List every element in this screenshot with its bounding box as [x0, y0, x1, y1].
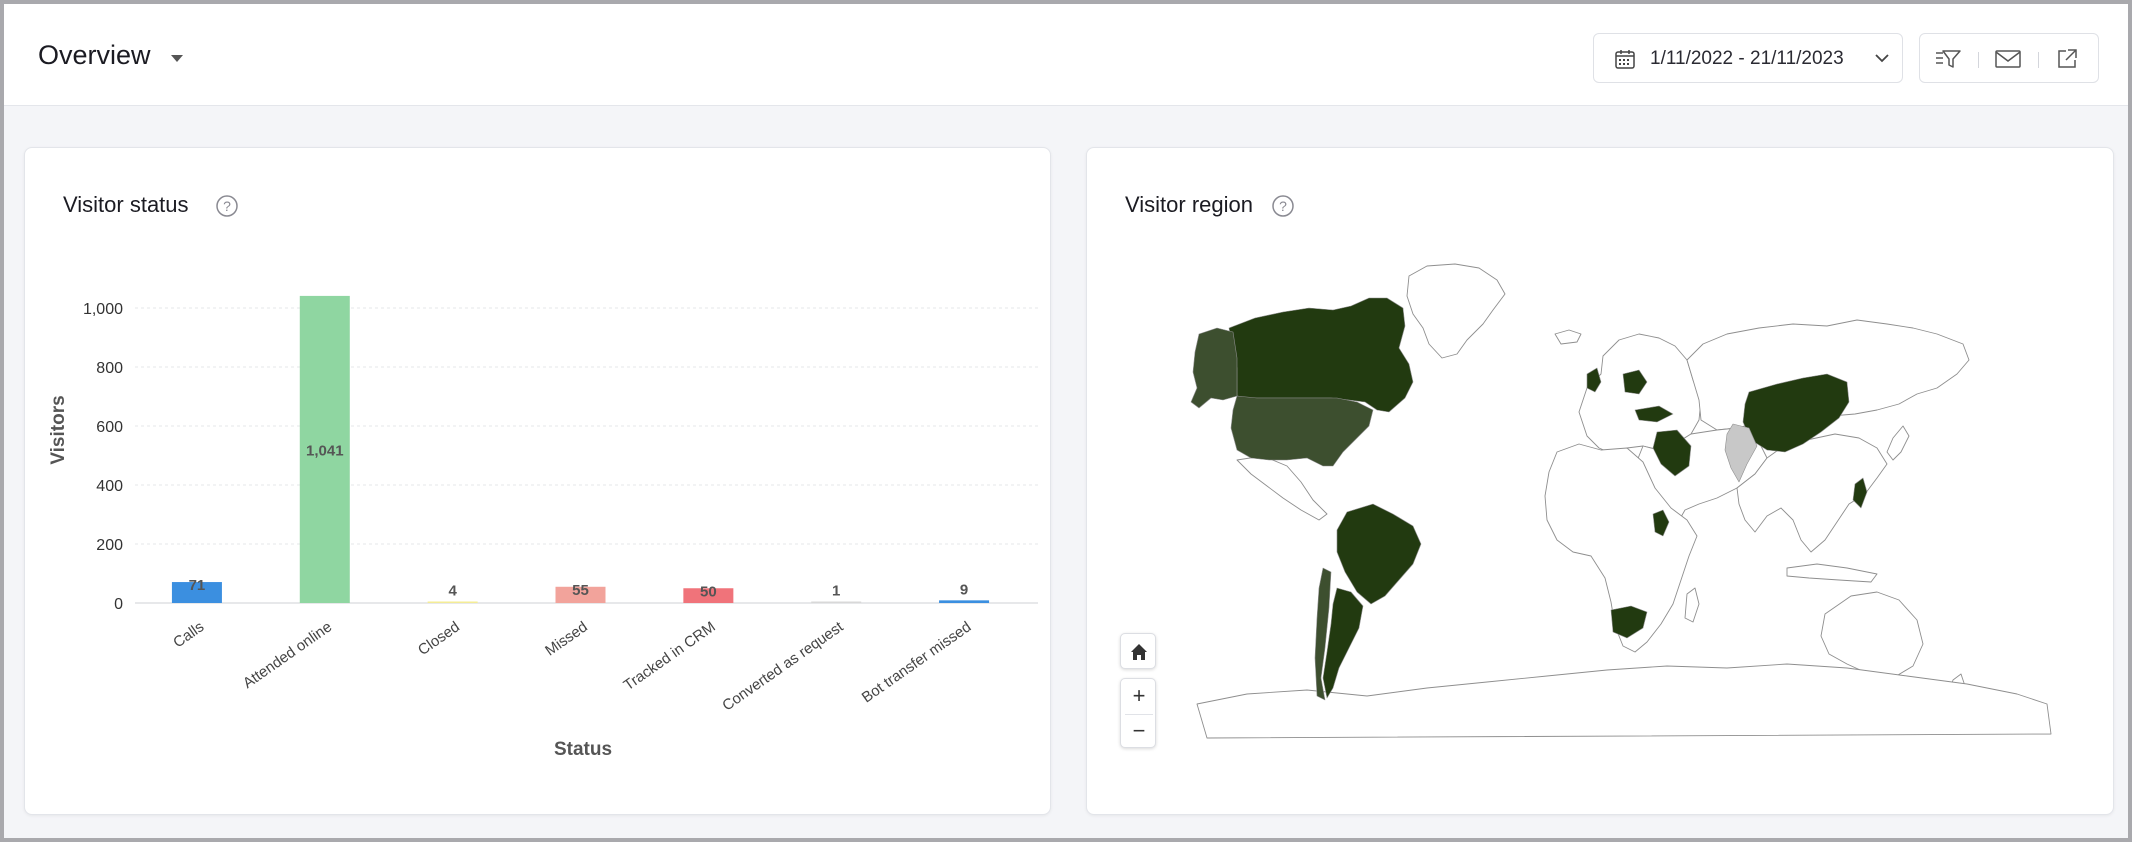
map-region-alaska: [1190, 327, 1238, 409]
data-label: 1: [832, 583, 840, 600]
page-title[interactable]: Overview: [38, 40, 151, 71]
x-tick-label: Converted as request: [719, 618, 847, 715]
action-toolbar: [1919, 33, 2099, 83]
map-region-canada: [1228, 297, 1414, 413]
x-tick-label: Calls: [170, 618, 207, 651]
data-label: 1,041: [306, 442, 344, 459]
x-tick-label: Bot transfer missed: [859, 618, 975, 706]
data-label: 50: [700, 583, 717, 600]
chevron-down-icon: [1875, 54, 1889, 63]
bar[interactable]: [427, 601, 478, 604]
map-region-central-america: [1236, 455, 1328, 521]
map-region-indonesia: [1786, 563, 1878, 583]
minus-icon[interactable]: −: [1121, 714, 1157, 748]
x-tick-label: Tracked in CRM: [621, 618, 719, 694]
map-region-usa: [1230, 395, 1374, 467]
data-label: 4: [448, 583, 457, 600]
data-label: 55: [572, 582, 589, 599]
date-range-value: 1/11/2022 - 21/11/2023: [1650, 48, 1844, 69]
mail-icon[interactable]: [1994, 46, 2022, 72]
map-region-brazil: [1336, 503, 1422, 605]
map-zoom-controls: + −: [1120, 678, 1156, 748]
toolbar-separator: [1978, 52, 1979, 68]
app-frame: Overview 1/11/2022 - 21/11/2023 Visitor …: [4, 4, 2128, 838]
map-region-greenland: [1406, 263, 1506, 359]
map-region-japan: [1886, 425, 1910, 461]
map-home-button[interactable]: [1120, 633, 1156, 669]
map-region-madagascar: [1684, 587, 1700, 623]
y-tick-label: 600: [96, 419, 123, 436]
y-tick-label: 0: [114, 596, 123, 613]
visitor-status-card: Visitor status ? 0 200 400 600 800 1,000 71 Cal…: [24, 147, 1051, 815]
bar[interactable]: [939, 600, 990, 603]
y-axis-label: Visitors: [48, 395, 69, 464]
map-region-europe: [1578, 333, 1702, 455]
world-map[interactable]: [1087, 148, 2115, 816]
external-link-icon[interactable]: [2054, 46, 2082, 72]
map-region-australia: [1820, 591, 1924, 679]
y-tick-label: 200: [96, 537, 123, 554]
caret-down-icon[interactable]: [170, 54, 184, 63]
toolbar-separator: [2038, 52, 2039, 68]
x-tick-label: Closed: [415, 618, 463, 659]
top-bar: Overview 1/11/2022 - 21/11/2023: [4, 4, 2128, 106]
y-tick-label: 400: [96, 478, 123, 495]
date-range-picker[interactable]: 1/11/2022 - 21/11/2023: [1593, 33, 1903, 83]
y-tick-label: 1,000: [83, 301, 123, 318]
visitor-region-card: Visitor region ? + −: [1086, 147, 2114, 815]
x-tick-label: Attended online: [240, 618, 335, 692]
home-icon: [1131, 644, 1147, 660]
x-axis-label: Status: [554, 739, 612, 760]
filter-icon[interactable]: [1934, 46, 1962, 72]
y-tick-label: 800: [96, 360, 123, 377]
bar[interactable]: [811, 601, 862, 604]
plus-icon[interactable]: +: [1121, 679, 1157, 713]
map-region-iceland: [1554, 329, 1582, 345]
x-tick-label: Missed: [542, 618, 591, 659]
calendar-icon: [1615, 50, 1635, 69]
data-label: 9: [960, 581, 968, 598]
visitor-status-bar-chart: 0 200 400 600 800 1,000 71 Calls 1,041 Attended o…: [48, 295, 1038, 760]
data-label: 71: [189, 577, 206, 594]
